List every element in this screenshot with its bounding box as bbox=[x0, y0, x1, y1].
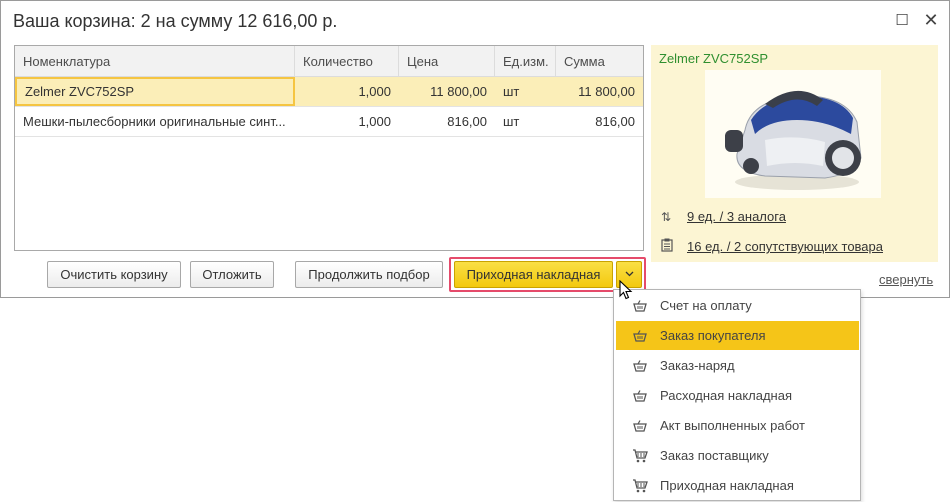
menu-item-label: Расходная накладная bbox=[660, 388, 793, 403]
basket-icon bbox=[632, 419, 648, 432]
product-info-panel: Zelmer ZVC752SP ⇅ 9 ед. / 3 аналога 16 е… bbox=[651, 45, 938, 262]
menu-item[interactable]: Заказ поставщику bbox=[616, 441, 859, 470]
cell-unit[interactable]: шт bbox=[495, 77, 556, 106]
mouse-cursor-icon bbox=[619, 279, 633, 303]
clipboard-icon bbox=[661, 238, 677, 255]
maximize-icon[interactable]: ☐ bbox=[894, 12, 910, 29]
cell-unit[interactable]: шт bbox=[495, 107, 556, 136]
table-row[interactable]: Zelmer ZVC752SP 1,000 11 800,00 шт 11 80… bbox=[15, 77, 643, 107]
menu-item-label: Заказ поставщику bbox=[660, 448, 769, 463]
menu-item-label: Счет на оплату bbox=[660, 298, 752, 313]
cell-qty[interactable]: 1,000 bbox=[295, 77, 399, 106]
document-type-menu: Счет на оплату Заказ покупателя Заказ-на… bbox=[613, 289, 861, 501]
cell-sum[interactable]: 11 800,00 bbox=[556, 77, 643, 106]
cell-price[interactable]: 11 800,00 bbox=[399, 77, 495, 106]
cell-name[interactable]: Мешки-пылесборники оригинальные синт... bbox=[15, 107, 295, 136]
product-image bbox=[705, 70, 881, 198]
chevron-down-icon bbox=[625, 269, 634, 280]
cell-price[interactable]: 816,00 bbox=[399, 107, 495, 136]
menu-item[interactable]: Заказ покупателя bbox=[616, 321, 859, 350]
close-icon[interactable]: ✕ bbox=[923, 10, 939, 30]
collapse-link[interactable]: свернуть bbox=[879, 272, 933, 287]
cell-name[interactable]: Zelmer ZVC752SP bbox=[15, 77, 295, 106]
cell-sum[interactable]: 816,00 bbox=[556, 107, 643, 136]
clear-cart-button[interactable]: Очистить корзину bbox=[47, 261, 181, 288]
cart-window: Ваша корзина: 2 на сумму 12 616,00 р. ☐ … bbox=[0, 0, 950, 298]
related-link[interactable]: 16 ед. / 2 сопутствующих товара bbox=[687, 239, 883, 254]
column-header-unit[interactable]: Ед.изм. bbox=[495, 46, 556, 77]
column-header-price[interactable]: Цена bbox=[399, 46, 495, 77]
basket-icon bbox=[632, 389, 648, 402]
defer-button[interactable]: Отложить bbox=[190, 261, 274, 288]
cart-icon bbox=[632, 478, 648, 493]
analogs-row: ⇅ 9 ед. / 3 аналога bbox=[661, 209, 786, 224]
menu-item-label: Заказ покупателя bbox=[660, 328, 766, 343]
table-header: Номенклатура Количество Цена Ед.изм. Сум… bbox=[15, 46, 643, 77]
column-header-qty[interactable]: Количество bbox=[295, 46, 399, 77]
menu-item[interactable]: Расходная накладная bbox=[616, 381, 859, 410]
menu-item[interactable]: Заказ-наряд bbox=[616, 351, 859, 380]
column-header-sum[interactable]: Сумма bbox=[556, 46, 643, 77]
window-title: Ваша корзина: 2 на сумму 12 616,00 р. bbox=[13, 11, 338, 31]
basket-icon bbox=[632, 329, 648, 342]
cart-icon bbox=[632, 448, 648, 463]
column-header-name[interactable]: Номенклатура bbox=[15, 46, 295, 77]
menu-item-label: Акт выполненных работ bbox=[660, 418, 805, 433]
menu-item-label: Заказ-наряд bbox=[660, 358, 735, 373]
product-title: Zelmer ZVC752SP bbox=[659, 51, 769, 66]
basket-icon bbox=[632, 299, 648, 312]
swap-arrows-icon: ⇅ bbox=[661, 209, 672, 224]
menu-item[interactable]: Счет на оплату bbox=[616, 291, 859, 320]
menu-item[interactable]: Акт выполненных работ bbox=[616, 411, 859, 440]
basket-icon bbox=[632, 359, 648, 372]
table-row[interactable]: Мешки-пылесборники оригинальные синт... … bbox=[15, 107, 643, 137]
analogs-link[interactable]: 9 ед. / 3 аналога bbox=[687, 209, 786, 224]
cell-qty[interactable]: 1,000 bbox=[295, 107, 399, 136]
menu-item[interactable]: Приходная накладная bbox=[616, 471, 859, 500]
menu-item-label: Приходная накладная bbox=[660, 478, 794, 493]
create-document-button[interactable]: Приходная накладная bbox=[454, 261, 613, 288]
related-row: 16 ед. / 2 сопутствующих товара bbox=[661, 238, 883, 255]
cart-table: Номенклатура Количество Цена Ед.изм. Сум… bbox=[14, 45, 644, 251]
continue-selection-button[interactable]: Продолжить подбор bbox=[295, 261, 443, 288]
